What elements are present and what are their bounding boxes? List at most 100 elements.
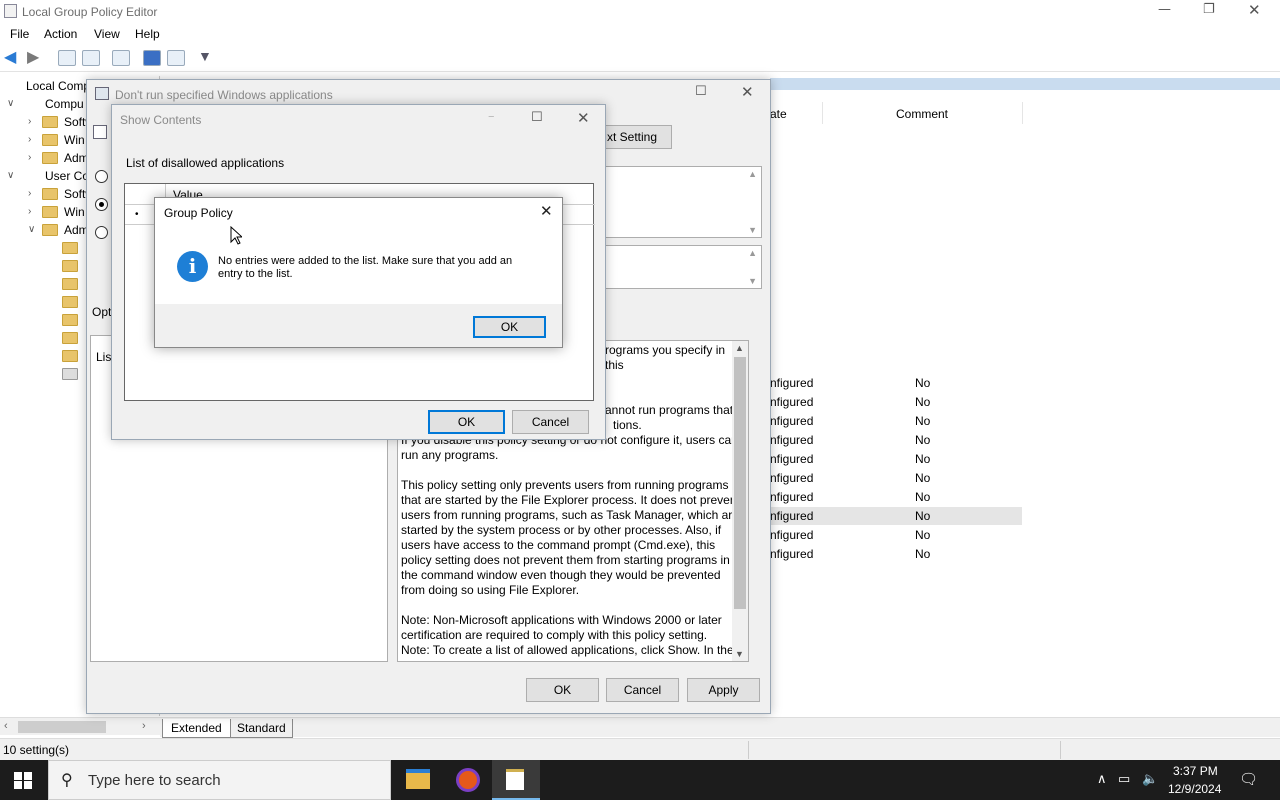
list-caption: List of disallowed applications <box>126 156 285 170</box>
back-arrow-icon[interactable]: ◀ <box>4 47 22 66</box>
radio-enabled[interactable] <box>95 198 108 211</box>
close-button[interactable]: ✕ <box>1248 1 1261 19</box>
row-comment[interactable]: No <box>915 452 930 466</box>
notepad-taskbar-item[interactable] <box>492 760 540 800</box>
folder-icon <box>62 278 78 290</box>
network-icon[interactable]: ▭ <box>1118 771 1130 787</box>
tab-extended[interactable]: Extended <box>162 719 231 738</box>
folder-icon <box>42 224 58 236</box>
tree-node-computer-config[interactable]: Compu <box>45 97 84 111</box>
maximize-button[interactable]: ☐ <box>531 110 543 125</box>
row-comment[interactable]: No <box>915 414 930 428</box>
windows-start-icon[interactable] <box>14 772 32 789</box>
file-explorer-icon[interactable] <box>406 769 430 789</box>
clock-time[interactable]: 3:37 PM <box>1173 764 1218 778</box>
row-comment[interactable]: No <box>915 433 930 447</box>
tree-node-windows[interactable]: Win <box>64 133 85 147</box>
filter-icon[interactable]: ▼ <box>198 48 216 64</box>
close-button[interactable]: ✕ <box>577 109 590 127</box>
export-list-icon[interactable] <box>112 50 130 66</box>
ok-button[interactable]: OK <box>526 678 599 702</box>
notifications-icon[interactable]: 🗨 <box>1239 770 1258 788</box>
row-comment[interactable]: No <box>915 490 930 504</box>
chevron-right-icon[interactable]: › <box>28 188 31 199</box>
firefox-icon[interactable] <box>456 768 480 792</box>
row-state[interactable]: nfigured <box>770 528 813 542</box>
scroll-down-icon[interactable]: ▼ <box>748 225 757 235</box>
message-ok-button[interactable]: OK <box>473 316 546 338</box>
tree-node-admin[interactable]: Adm <box>64 151 89 165</box>
forward-arrow-icon[interactable]: ▶ <box>27 47 45 66</box>
row-state[interactable]: nfigured <box>770 414 813 428</box>
help-scrollbar[interactable]: ▲ ▼ <box>732 341 748 661</box>
row-state[interactable]: nfigured <box>770 376 813 390</box>
radio-not-configured[interactable] <box>95 170 108 183</box>
chevron-right-icon[interactable]: › <box>28 116 31 127</box>
menu-help[interactable]: Help <box>135 27 160 41</box>
chevron-right-icon[interactable]: › <box>28 206 31 217</box>
chevron-down-icon[interactable]: ∨ <box>7 170 14 181</box>
chevron-right-icon[interactable]: › <box>28 152 31 163</box>
tree-node-user-config[interactable]: User Co <box>45 169 89 183</box>
scroll-up-icon[interactable]: ▲ <box>748 248 757 258</box>
row-comment[interactable]: No <box>915 471 930 485</box>
maximize-button[interactable]: ☐ <box>695 84 707 99</box>
tree-node-admin-templates[interactable]: Adm <box>64 223 89 237</box>
row-state[interactable]: nfigured <box>770 471 813 485</box>
row-comment[interactable]: No <box>915 547 930 561</box>
chevron-down-icon[interactable]: ∨ <box>28 224 35 235</box>
menu-view[interactable]: View <box>94 27 120 41</box>
folder-icon <box>42 134 58 146</box>
menu-file[interactable]: File <box>10 27 29 41</box>
menu-action[interactable]: Action <box>44 27 77 41</box>
row-state[interactable]: nfigured <box>770 395 813 409</box>
tree-node-windows[interactable]: Win <box>64 205 85 219</box>
scroll-thumb[interactable] <box>734 357 746 609</box>
volume-muted-icon[interactable]: 🔈 <box>1142 771 1158 787</box>
chevron-down-icon[interactable]: ∨ <box>7 98 14 109</box>
close-button[interactable]: ✕ <box>741 83 754 101</box>
row-state[interactable]: nfigured <box>770 490 813 504</box>
properties-icon[interactable] <box>167 50 185 66</box>
column-state[interactable]: ate <box>770 107 787 121</box>
scroll-right-icon[interactable]: › <box>142 720 146 732</box>
cancel-button[interactable]: Cancel <box>606 678 679 702</box>
help-icon[interactable] <box>143 50 161 66</box>
column-comment[interactable]: Comment <box>896 107 948 121</box>
row-state[interactable]: nfigured <box>770 433 813 447</box>
scroll-up-icon[interactable]: ▲ <box>735 343 744 353</box>
row-state[interactable]: nfigured <box>770 509 813 523</box>
minimize-button[interactable]: – <box>488 109 495 124</box>
row-comment[interactable]: No <box>915 395 930 409</box>
row-state[interactable]: nfigured <box>770 547 813 561</box>
row-state[interactable]: nfigured <box>770 452 813 466</box>
tree-hscrollbar[interactable]: ‹ › <box>0 717 160 735</box>
show-cancel-button[interactable]: Cancel <box>512 410 589 434</box>
row-comment[interactable]: No <box>915 528 930 542</box>
scroll-down-icon[interactable]: ▼ <box>735 649 744 659</box>
comment-textbox[interactable]: ▲ ▼ <box>592 166 762 238</box>
chevron-right-icon[interactable]: › <box>28 134 31 145</box>
tree-node-local-computer[interactable]: Local Comp <box>26 79 90 93</box>
folder-icon <box>62 242 78 254</box>
close-button[interactable]: ✕ <box>540 202 553 220</box>
minimize-button[interactable]: — <box>1158 2 1171 17</box>
apply-button[interactable]: Apply <box>687 678 760 702</box>
radio-disabled[interactable] <box>95 226 108 239</box>
message-line: No entries were added to the list. Make … <box>218 255 513 267</box>
taskbar-search[interactable]: ⚲ Type here to search <box>48 760 391 800</box>
show-hide-tree-icon[interactable] <box>82 50 100 66</box>
row-comment[interactable]: No <box>915 509 930 523</box>
up-folder-icon[interactable] <box>58 50 76 66</box>
show-ok-button[interactable]: OK <box>428 410 505 434</box>
scroll-down-icon[interactable]: ▼ <box>748 276 757 286</box>
tray-chevron-up-icon[interactable]: ∧ <box>1097 771 1107 787</box>
restore-button[interactable]: ❐ <box>1203 2 1215 17</box>
scroll-left-icon[interactable]: ‹ <box>4 720 8 732</box>
row-comment[interactable]: No <box>915 376 930 390</box>
scroll-thumb[interactable] <box>18 721 106 733</box>
help-line: from doing so using File Explorer. <box>401 583 580 597</box>
scroll-up-icon[interactable]: ▲ <box>748 169 757 179</box>
clock-date[interactable]: 12/9/2024 <box>1168 782 1221 796</box>
tab-standard[interactable]: Standard <box>230 719 293 738</box>
